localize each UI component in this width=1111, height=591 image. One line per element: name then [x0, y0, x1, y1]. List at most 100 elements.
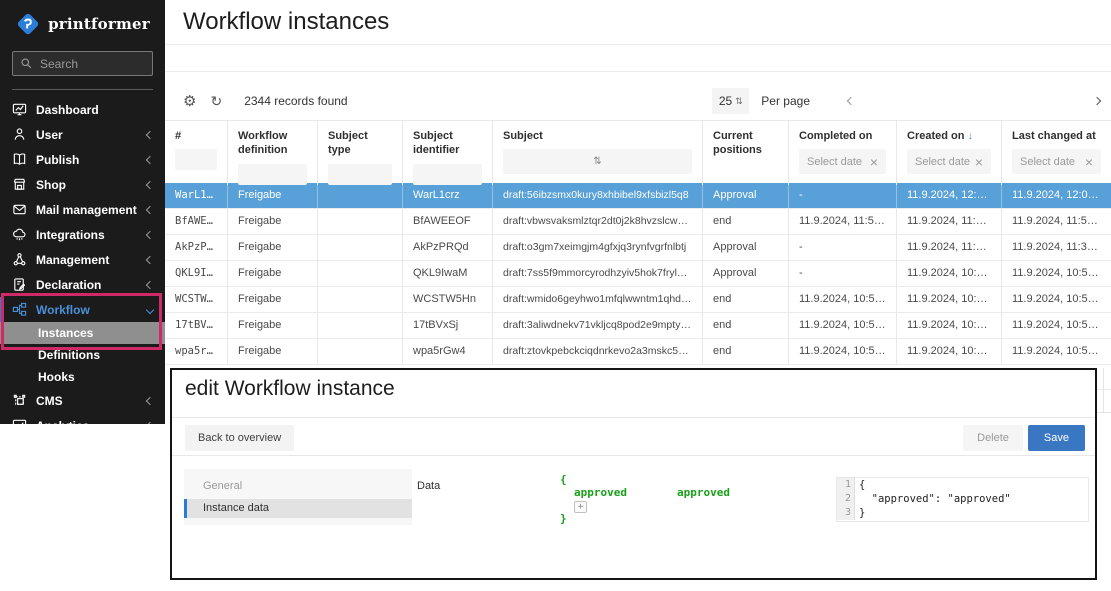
cell-created-on: 11.9.2024, 11:37:27 — [897, 235, 1002, 260]
sidebar-item-label: Analytics — [36, 419, 138, 425]
cell-subject-identifier: WarL1crz — [403, 183, 493, 208]
chevron-left-icon — [146, 205, 154, 213]
modal-section-nav: General Instance data — [184, 469, 412, 525]
column-header[interactable]: Completed on — [799, 129, 886, 143]
filter-input-subject-type[interactable] — [328, 164, 392, 185]
search-input[interactable] — [40, 57, 145, 71]
filter-input-subject-identifier[interactable] — [413, 164, 482, 185]
sidebar-item-instances[interactable]: Instances — [0, 322, 165, 344]
json-code-editor[interactable]: 1 { 2 "approved": "approved" 3 } — [836, 477, 1089, 522]
chevron-left-icon — [146, 180, 154, 188]
tree-value[interactable]: approved — [677, 486, 730, 499]
edit-instance-modal: edit Workflow instance Back to overview … — [170, 368, 1097, 580]
chevron-left-icon — [146, 421, 154, 424]
column-last-changed-at: Last changed at Select date × — [1002, 121, 1111, 185]
date-filter-last-changed[interactable]: Select date × — [1012, 149, 1101, 174]
clear-filter-icon[interactable]: × — [870, 154, 878, 170]
cell-id: 17tBVxSj — [165, 313, 228, 338]
column-header[interactable]: Subject identifier — [413, 129, 482, 158]
clear-filter-icon[interactable]: × — [975, 154, 983, 170]
records-count: 2344 records found — [244, 94, 347, 108]
cell-completed-on: - — [789, 183, 897, 208]
tab-instance-data[interactable]: Instance data — [184, 499, 412, 518]
sidebar-item-workflow[interactable]: Workflow — [0, 297, 165, 322]
tree-key[interactable]: approved — [574, 486, 627, 499]
line-number: 2 — [837, 492, 855, 506]
column-header[interactable]: Subject — [503, 129, 692, 143]
next-page-button[interactable] — [1094, 98, 1100, 104]
cell-subject-type — [318, 209, 403, 234]
cell-current-positions: end — [703, 209, 789, 234]
sidebar-item-management[interactable]: Management — [0, 247, 165, 272]
json-tree-view: { approved approved + } — [560, 473, 627, 525]
sidebar-item-declaration[interactable]: Declaration — [0, 272, 165, 297]
prev-page-button[interactable] — [848, 98, 854, 104]
sidebar-item-shop[interactable]: Shop — [0, 172, 165, 197]
table-row[interactable]: wpa5rGw4 Freigabe wpa5rGw4 draft:ztovkpe… — [165, 339, 1111, 365]
cell-subject-type — [318, 313, 403, 338]
chevron-left-icon — [146, 280, 154, 288]
search-box[interactable] — [12, 51, 153, 76]
sidebar-item-definitions[interactable]: Definitions — [0, 344, 165, 366]
filter-input-id[interactable] — [175, 149, 217, 170]
cell-created-on: 11.9.2024, 10:50:06 — [897, 287, 1002, 312]
table-row[interactable]: QKL9IwaM Freigabe QKL9IwaM draft:7ss5f9m… — [165, 261, 1111, 287]
sidebar-item-analytics[interactable]: Analytics — [0, 413, 165, 424]
table-row[interactable]: AkPzPRQd Freigabe AkPzPRQd draft:o3gm7xe… — [165, 235, 1111, 261]
sidebar-item-label: Instances — [38, 326, 93, 340]
column-header[interactable]: Current positions — [713, 129, 778, 158]
column-header[interactable]: Subject type — [328, 129, 392, 158]
date-filter-created-on[interactable]: Select date × — [907, 149, 991, 174]
sidebar-item-cms[interactable]: CMS — [0, 388, 165, 413]
sidebar-item-label: Shop — [36, 178, 138, 192]
date-filter-placeholder: Select date — [1020, 156, 1075, 168]
editor-line: 2 "approved": "approved" — [837, 492, 1088, 506]
code-line: "approved": "approved" — [855, 492, 1011, 506]
column-current-positions: Current positions — [703, 121, 789, 185]
sidebar-item-user[interactable]: User — [0, 122, 165, 147]
cell-last-changed-at: 11.9.2024, 11:56:53 — [1002, 209, 1111, 234]
per-page-select[interactable]: 25 ⇅ — [712, 88, 749, 114]
table-row[interactable]: WarL1crz Freigabe WarL1crz draft:56ibzsm… — [165, 183, 1111, 209]
refresh-icon[interactable]: ↻ — [210, 93, 222, 110]
filter-input-definition[interactable] — [238, 164, 307, 185]
divider — [165, 71, 1111, 72]
sidebar-item-mail-management[interactable]: Mail management — [0, 197, 165, 222]
user-icon — [12, 127, 27, 142]
sidebar-item-publish[interactable]: Publish — [0, 147, 165, 172]
chevron-down-icon — [146, 305, 154, 313]
column-header[interactable]: Workflow definition — [238, 129, 307, 158]
table-row[interactable]: 17tBVxSj Freigabe 17tBVxSj draft:3aliwdn… — [165, 313, 1111, 339]
sidebar-item-label: Dashboard — [36, 103, 153, 117]
table-row[interactable]: WCSTW5Hn Freigabe WCSTW5Hn draft:wmido6g… — [165, 287, 1111, 313]
save-button[interactable]: Save — [1028, 425, 1085, 451]
cell-id: WarL1crz — [165, 183, 228, 208]
sidebar-item-hooks[interactable]: Hooks — [0, 366, 165, 388]
column-header[interactable]: Created on↓ — [907, 129, 991, 143]
sidebar-item-dashboard[interactable]: Dashboard — [0, 97, 165, 122]
column-header[interactable]: # — [175, 129, 217, 143]
chevron-left-icon — [146, 230, 154, 238]
back-to-overview-button[interactable]: Back to overview — [185, 425, 294, 451]
envelope-icon — [12, 202, 27, 217]
table-row[interactable]: BfAWEE0F Freigabe BfAWEEOF draft:vbwsvak… — [165, 209, 1111, 235]
filter-select-subject[interactable]: ⇅ — [503, 149, 692, 174]
cell-completed-on: 11.9.2024, 10:58:09 — [789, 339, 897, 364]
select-arrows-icon: ⇅ — [735, 96, 743, 107]
settings-gear-icon[interactable]: ⚙ — [183, 92, 196, 110]
column-header[interactable]: Last changed at — [1012, 129, 1101, 143]
delete-button[interactable]: Delete — [963, 425, 1023, 451]
sidebar-divider — [12, 89, 153, 90]
sidebar-item-integrations[interactable]: Integrations — [0, 222, 165, 247]
tab-general[interactable]: General — [184, 480, 412, 492]
document-pencil-icon — [12, 277, 27, 292]
clear-filter-icon[interactable]: × — [1085, 154, 1093, 170]
cell-last-changed-at: 11.9.2024, 10:52:47 — [1002, 261, 1111, 286]
column-subject: Subject ⇅ — [493, 121, 703, 185]
line-number: 3 — [837, 506, 855, 520]
cell-last-changed-at: 11.9.2024, 12:03:58 — [1002, 183, 1111, 208]
cell-completed-on: - — [789, 235, 897, 260]
column-id: # — [165, 121, 228, 185]
tree-expand-button[interactable]: + — [574, 501, 587, 513]
date-filter-completed-on[interactable]: Select date × — [799, 149, 886, 174]
